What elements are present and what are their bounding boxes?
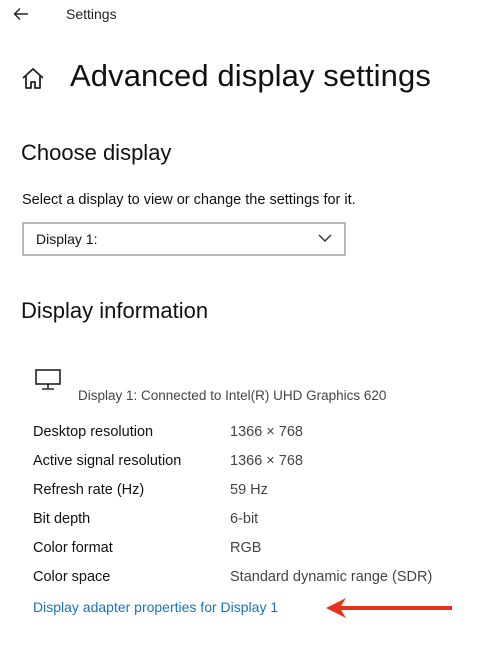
back-button[interactable]: [6, 2, 36, 26]
color-format-value: RGB: [230, 540, 262, 556]
app-title: Settings: [66, 6, 117, 22]
display-select-value: Display 1:: [36, 231, 98, 247]
color-format-label: Color format: [33, 540, 113, 556]
refresh-rate-value: 59 Hz: [230, 482, 268, 498]
refresh-rate-label: Refresh rate (Hz): [33, 482, 145, 498]
color-space-label: Color space: [33, 569, 111, 585]
choose-display-description: Select a display to view or change the s…: [22, 192, 356, 208]
desktop-resolution-value: 1366 × 768: [230, 424, 303, 440]
choose-display-heading: Choose display: [21, 140, 172, 165]
desktop-resolution-label: Desktop resolution: [33, 424, 154, 440]
display-information-heading: Display information: [21, 298, 209, 323]
back-arrow-icon: [13, 8, 28, 20]
display-select[interactable]: Display 1:: [22, 222, 346, 256]
bit-depth-label: Bit depth: [33, 511, 91, 527]
display-connection-text: Display 1: Connected to Intel(R) UHD Gra…: [78, 388, 387, 403]
monitor-icon: [34, 368, 64, 392]
active-signal-resolution-label: Active signal resolution: [33, 453, 182, 469]
red-arrow-icon: [324, 596, 454, 620]
chevron-down-icon: [318, 234, 332, 242]
bit-depth-value: 6-bit: [230, 511, 259, 527]
home-icon: [20, 66, 46, 92]
color-space-value: Standard dynamic range (SDR): [230, 569, 433, 585]
page-title: Advanced display settings: [70, 58, 431, 93]
display-adapter-properties-link[interactable]: Display adapter properties for Display 1: [33, 599, 278, 615]
active-signal-resolution-value: 1366 × 768: [230, 453, 303, 469]
